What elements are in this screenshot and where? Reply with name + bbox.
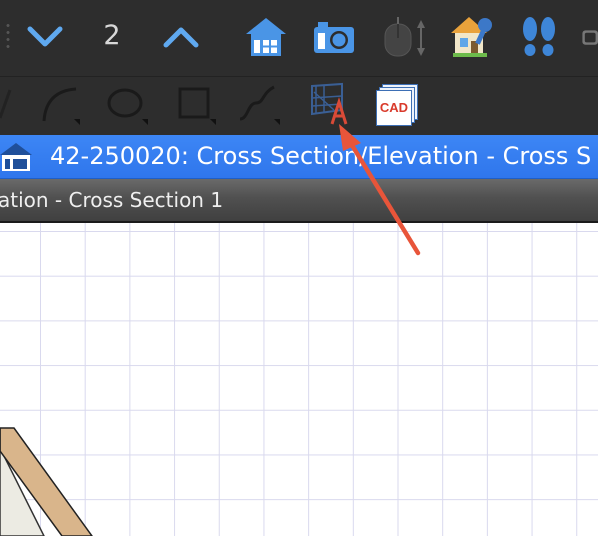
partial-tool-icon bbox=[582, 30, 598, 45]
view-tab-bar: ation - Cross Section 1 bbox=[0, 179, 598, 223]
line-tool-button[interactable] bbox=[0, 81, 14, 127]
chevron-down-icon bbox=[27, 26, 63, 47]
camera-view-button[interactable] bbox=[308, 12, 360, 62]
spline-icon bbox=[239, 85, 280, 125]
document-titlebar: 42-250020: Cross Section/Elevation - Cro… bbox=[0, 135, 598, 179]
cad-detail-button[interactable]: CAD bbox=[372, 79, 422, 129]
roof-section-drawing bbox=[0, 427, 93, 536]
main-toolbar: 2 bbox=[0, 0, 598, 76]
floor-down-button[interactable] bbox=[20, 16, 70, 58]
camera-icon bbox=[314, 22, 354, 53]
arc-icon bbox=[42, 87, 80, 125]
window-title: 42-250020: Cross Section/Elevation - Cro… bbox=[50, 142, 592, 170]
document-type-icon-wrap bbox=[0, 139, 34, 175]
cad-label: CAD bbox=[376, 90, 412, 126]
cad-icon: CAD bbox=[376, 84, 418, 126]
spline-tool-button[interactable] bbox=[234, 81, 282, 127]
line-icon bbox=[0, 89, 12, 119]
tab-cross-section[interactable]: ation - Cross Section 1 bbox=[0, 179, 223, 221]
footprints-icon bbox=[523, 17, 555, 56]
rectangle-icon bbox=[178, 87, 216, 125]
house-plan-icon bbox=[246, 18, 286, 56]
chevron-up-icon bbox=[163, 27, 199, 48]
floor-up-button[interactable] bbox=[156, 16, 206, 58]
text-tool-button[interactable] bbox=[302, 79, 354, 129]
elevation-text-icon bbox=[311, 82, 348, 125]
current-floor-number: 2 bbox=[103, 20, 121, 51]
rectangle-tool-button[interactable] bbox=[170, 81, 218, 127]
house-tools-icon bbox=[451, 17, 492, 57]
toolbar-separator bbox=[6, 22, 10, 52]
plan-view-button[interactable] bbox=[240, 12, 292, 62]
mouse-icon bbox=[384, 17, 425, 57]
house-plan-icon bbox=[0, 143, 32, 171]
mouse-orbit-button[interactable] bbox=[376, 12, 432, 62]
walkthrough-button[interactable] bbox=[514, 12, 564, 62]
drawing-toolbar: CAD bbox=[0, 76, 598, 135]
circle-icon bbox=[107, 88, 148, 125]
circle-tool-button[interactable] bbox=[102, 81, 150, 127]
arc-tool-button[interactable] bbox=[36, 81, 82, 127]
home-designer-button[interactable] bbox=[446, 10, 498, 62]
drawing-canvas[interactable] bbox=[0, 223, 598, 536]
overflow-toolbar-button[interactable] bbox=[580, 14, 598, 60]
